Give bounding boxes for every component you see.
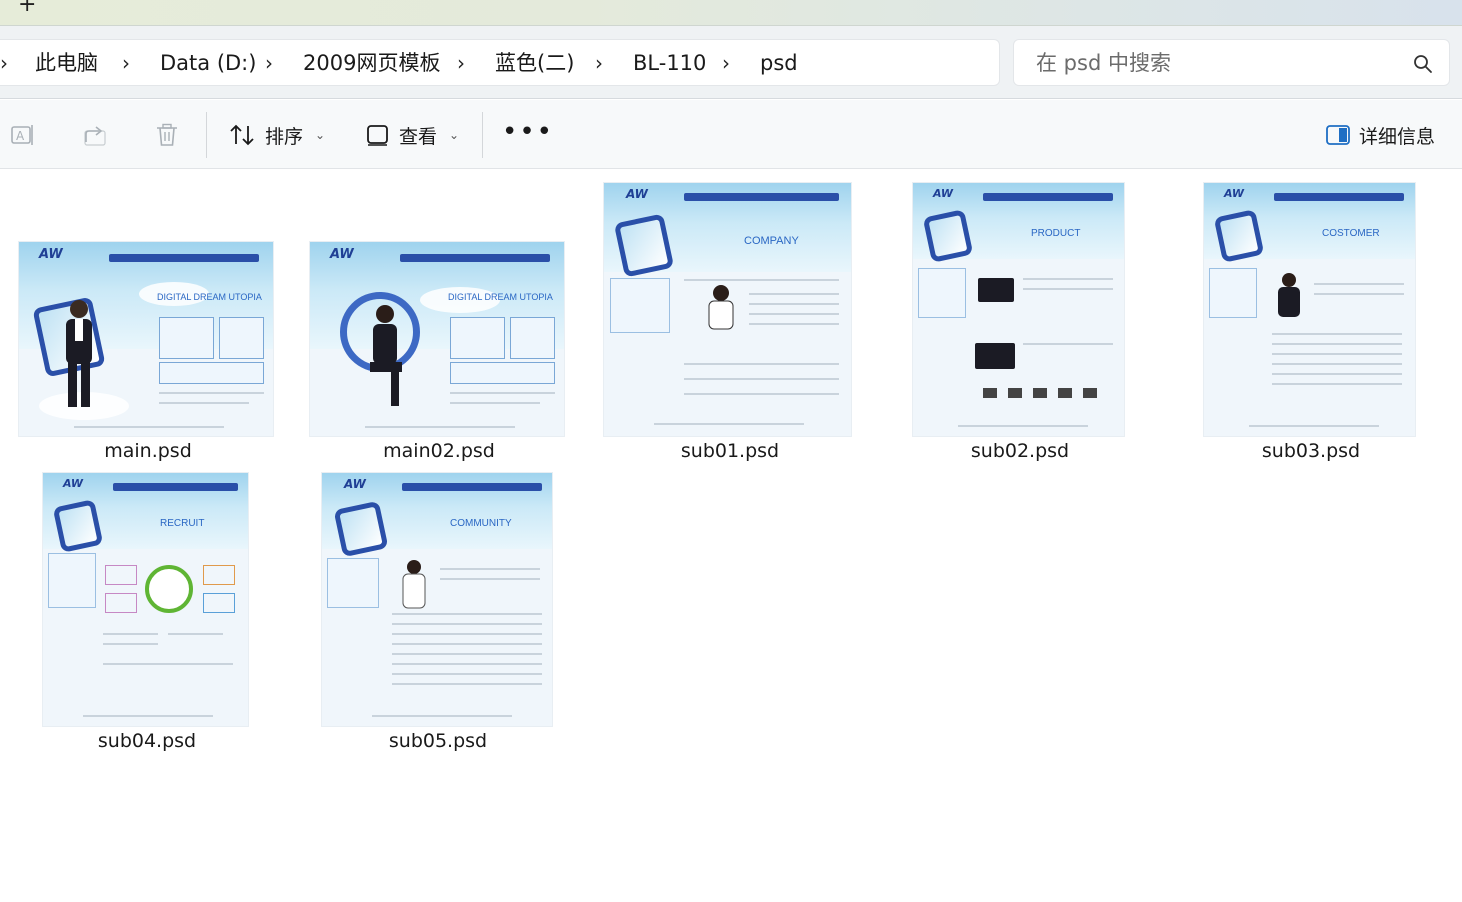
details-pane-icon <box>1326 125 1350 145</box>
details-pane-label: 详细信息 <box>1359 125 1436 148</box>
file-name[interactable]: sub03.psd <box>1181 440 1441 462</box>
new-tab-icon[interactable]: + <box>18 0 36 18</box>
details-pane-button[interactable]: 详细信息 <box>1325 114 1435 156</box>
sort-icon <box>230 124 254 146</box>
file-name[interactable]: main.psd <box>18 440 278 462</box>
file-name[interactable]: sub05.psd <box>308 730 568 752</box>
command-separator <box>482 112 483 158</box>
search-icon[interactable] <box>1413 54 1433 74</box>
chevron-right-icon[interactable]: › <box>122 40 130 87</box>
command-separator <box>206 112 207 158</box>
file-name[interactable]: sub01.psd <box>600 440 860 462</box>
address-bar[interactable]: › 此电脑 › Data (D:) › 2009网页模板 › 蓝色(二) › B… <box>0 39 1000 86</box>
file-thumbnail[interactable]: AW COMPANY <box>603 182 852 437</box>
search-input[interactable]: 在 psd 中搜索 <box>1036 40 1171 87</box>
svg-text:A: A <box>16 129 25 143</box>
breadcrumb-this-pc[interactable]: 此电脑 <box>35 40 98 87</box>
view-button[interactable]: 查看 ⌄ <box>365 114 459 156</box>
chevron-right-icon[interactable]: › <box>722 40 730 87</box>
breadcrumb-templates[interactable]: 2009网页模板 <box>303 40 440 87</box>
address-row: › 此电脑 › Data (D:) › 2009网页模板 › 蓝色(二) › B… <box>0 26 1462 99</box>
rename-icon[interactable]: A <box>10 122 36 148</box>
file-thumbnail[interactable]: AW PRODUCT <box>912 182 1125 437</box>
sort-label: 排序 <box>265 125 304 148</box>
file-thumbnail[interactable]: AW COSTOMER <box>1203 182 1416 437</box>
chevron-right-icon[interactable]: › <box>265 40 273 87</box>
view-label: 查看 <box>399 125 438 148</box>
file-thumbnail[interactable]: AW DIGITAL DREAM UTOPIA <box>309 241 565 437</box>
chevron-right-icon[interactable]: › <box>595 40 603 87</box>
breadcrumb-drive[interactable]: Data (D:) <box>160 40 256 87</box>
file-name[interactable]: sub04.psd <box>17 730 277 752</box>
file-name[interactable]: sub02.psd <box>890 440 1150 462</box>
chevron-down-icon: ⌄ <box>315 128 326 142</box>
breadcrumb-blue2[interactable]: 蓝色(二) <box>495 40 574 87</box>
delete-icon[interactable] <box>154 122 180 148</box>
command-bar: A 排序 ⌄ 查看 ⌄ ••• 详细信息 <box>0 100 1462 169</box>
breadcrumb-psd[interactable]: psd <box>760 40 798 87</box>
sort-button[interactable]: 排序 ⌄ <box>229 114 325 156</box>
file-name[interactable]: main02.psd <box>309 440 569 462</box>
breadcrumb-bl110[interactable]: BL-110 <box>633 40 706 87</box>
chevron-right-icon[interactable]: › <box>0 40 8 87</box>
share-icon[interactable] <box>82 122 108 148</box>
file-thumbnail[interactable]: AW COMMUNITY <box>321 472 553 727</box>
file-grid: AW DIGITAL DREAM UTOPIA main.psd AW DIGI… <box>0 170 1462 902</box>
more-options-button[interactable]: ••• <box>502 110 554 154</box>
chevron-right-icon[interactable]: › <box>457 40 465 87</box>
chevron-down-icon: ⌄ <box>449 128 460 142</box>
file-thumbnail[interactable]: AW DIGITAL DREAM UTOPIA <box>18 241 274 437</box>
tab-strip: + <box>0 0 1462 26</box>
file-thumbnail[interactable]: AW RECRUIT <box>42 472 249 727</box>
search-box[interactable]: 在 psd 中搜索 <box>1013 39 1450 86</box>
view-icon <box>367 125 388 146</box>
